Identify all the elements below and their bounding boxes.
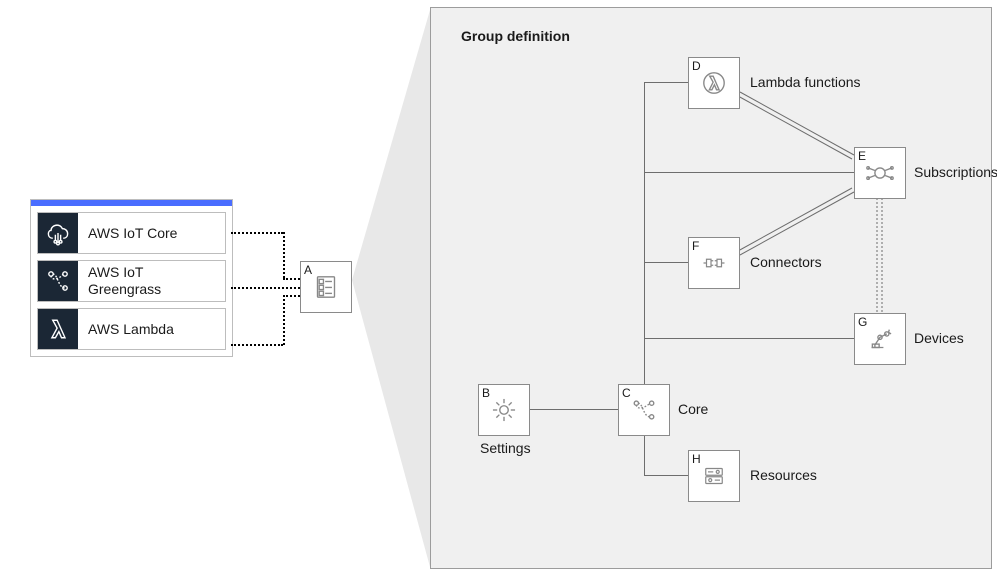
dotted-connector [231, 287, 300, 290]
dotted-connector [283, 232, 286, 278]
service-lambda: AWS Lambda [37, 308, 226, 350]
gear-icon [487, 393, 521, 427]
dotted-connector [231, 232, 283, 235]
node-label: Resources [750, 467, 817, 483]
edge [644, 338, 854, 340]
service-greengrass: AWS IoT Greengrass [37, 260, 226, 302]
node-label: Devices [914, 330, 964, 346]
node-label: Connectors [750, 254, 822, 270]
connectors-icon [699, 248, 729, 278]
node-connectors: F [688, 237, 740, 289]
edge [530, 409, 618, 411]
node-resources: H [688, 450, 740, 502]
lambda-icon [38, 309, 78, 349]
edge [644, 172, 854, 174]
resources-icon [699, 461, 729, 491]
robot-arm-icon [863, 322, 897, 356]
card-accent-bar [31, 200, 232, 206]
iot-core-icon [38, 213, 78, 253]
dotted-connector [283, 295, 300, 298]
node-core: C [618, 384, 670, 436]
service-label: AWS IoT Greengrass [78, 264, 225, 298]
list-icon [309, 270, 343, 304]
dotted-connector [231, 344, 283, 347]
edge [644, 475, 688, 477]
dotted-connector [283, 278, 300, 281]
dotted-connector [283, 295, 286, 345]
subscriptions-icon [863, 156, 897, 190]
node-settings: B [478, 384, 530, 436]
node-lambda-functions: D [688, 57, 740, 109]
node-hub: A [300, 261, 352, 313]
node-label: Settings [480, 440, 531, 456]
lambda-icon [697, 66, 731, 100]
service-label: AWS Lambda [78, 321, 184, 338]
edge [644, 82, 688, 84]
panel-title: Group definition [461, 28, 570, 44]
service-label: AWS IoT Core [78, 225, 187, 242]
edge [644, 262, 688, 264]
greengrass-icon [38, 261, 78, 301]
aws-services-card: AWS IoT Core AWS IoT Greengrass AWS Lamb… [30, 199, 233, 357]
node-label: Core [678, 401, 708, 417]
node-subscriptions: E [854, 147, 906, 199]
node-label: Lambda functions [750, 74, 861, 90]
node-label: Subscriptions [914, 164, 997, 180]
node-devices: G [854, 313, 906, 365]
service-iot-core: AWS IoT Core [37, 212, 226, 254]
core-icon [627, 393, 661, 427]
